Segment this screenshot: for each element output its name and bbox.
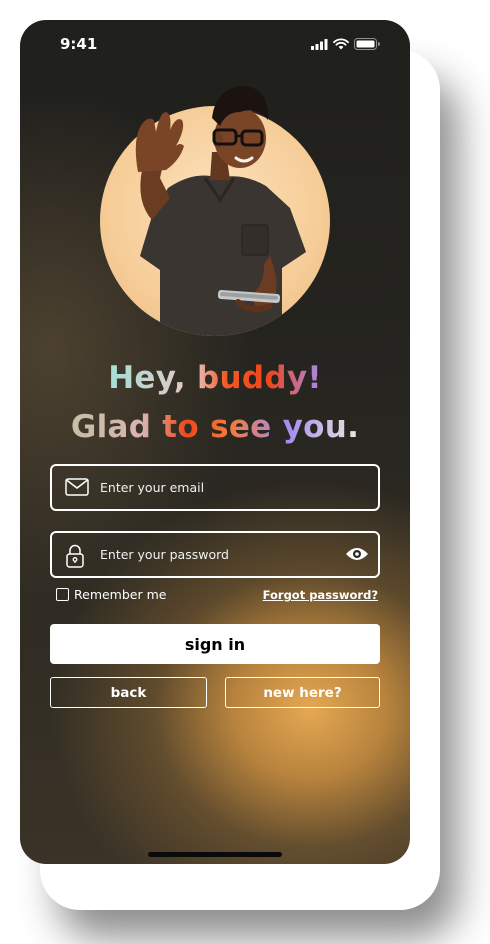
email-field[interactable] bbox=[50, 464, 380, 511]
battery-icon bbox=[354, 38, 380, 50]
remember-label: Remember me bbox=[74, 587, 167, 602]
remember-checkbox[interactable] bbox=[56, 588, 69, 601]
status-time: 9:41 bbox=[60, 35, 98, 53]
headline-greeting-text: Hey, buddy! bbox=[108, 360, 322, 396]
password-field[interactable] bbox=[50, 531, 380, 578]
mail-icon bbox=[65, 478, 89, 496]
headline-welcome: Glad to see you. bbox=[20, 409, 410, 445]
back-button[interactable]: back bbox=[50, 677, 207, 708]
home-indicator[interactable] bbox=[148, 852, 282, 857]
remember-me[interactable]: Remember me bbox=[56, 587, 166, 602]
signal-icon bbox=[311, 38, 328, 50]
lock-icon bbox=[66, 544, 84, 568]
eye-icon[interactable] bbox=[345, 545, 369, 563]
avatar-circle bbox=[100, 106, 330, 336]
phone-screen: 9:41 Hey, buddy! Glad to see you. Enter … bbox=[20, 20, 410, 864]
headline-welcome-text: Glad to see you. bbox=[70, 409, 360, 445]
new-here-button[interactable]: new here? bbox=[225, 677, 380, 708]
password-input[interactable] bbox=[100, 533, 330, 576]
headline-greeting: Hey, buddy! bbox=[20, 360, 410, 396]
status-icons bbox=[311, 38, 380, 50]
wifi-icon bbox=[333, 38, 349, 50]
forgot-password-link[interactable]: Forgot password? bbox=[263, 588, 378, 602]
sign-in-button[interactable]: sign in bbox=[50, 624, 380, 664]
email-input[interactable] bbox=[100, 466, 330, 509]
status-bar: 9:41 bbox=[20, 34, 410, 54]
